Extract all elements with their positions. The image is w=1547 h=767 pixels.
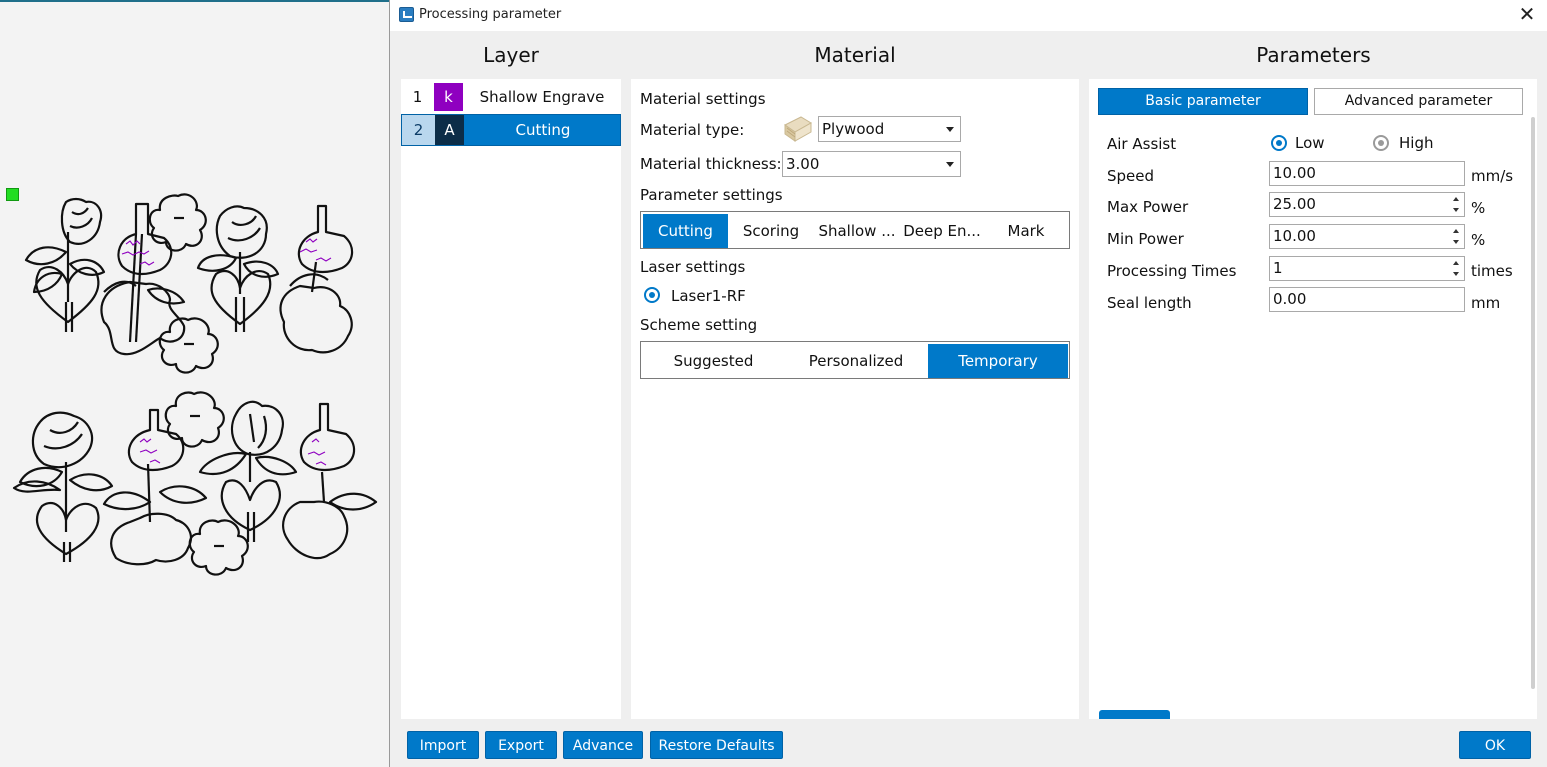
app-icon [399, 7, 414, 22]
layer-color-swatch[interactable]: k [434, 83, 463, 111]
scheme-setting-title: Scheme setting [640, 316, 758, 334]
spin-arrows-icon[interactable] [1452, 196, 1461, 213]
processing-times-label: Processing Times [1107, 262, 1237, 280]
min-power-stepper[interactable]: 10.00 [1269, 224, 1465, 249]
rose-shape-3 [12, 411, 114, 562]
heart-leaf-1 [100, 202, 186, 356]
chevron-down-icon [946, 127, 954, 132]
layer-list: 1 k Shallow Engrave 2 A Cutting [401, 79, 621, 719]
restore-defaults-button[interactable]: Restore Defaults [650, 731, 783, 759]
tab-deep-engrave[interactable]: Deep En... [901, 214, 983, 248]
flower-shape-2 [158, 317, 219, 374]
air-assist-high-radio[interactable] [1373, 135, 1389, 151]
layer-name: Cutting [515, 121, 571, 139]
air-assist-label: Air Assist [1107, 135, 1177, 153]
seal-length-value: 0.00 [1273, 290, 1307, 308]
seal-length-unit: mm [1471, 294, 1501, 312]
processing-times-value: 1 [1273, 259, 1283, 277]
parameters-panel: Basic parameter Advanced parameter Air A… [1089, 79, 1537, 719]
processing-parameter-dialog: Processing parameter ✕ Layer Material Pa… [389, 0, 1547, 767]
tab-suggested[interactable]: Suggested [643, 344, 784, 378]
material-heading: Material [814, 43, 896, 67]
parameters-heading: Parameters [1256, 43, 1371, 67]
tab-basic-parameter[interactable]: Basic parameter [1098, 88, 1308, 115]
layer-heading: Layer [483, 43, 539, 67]
flower-shape-4 [188, 519, 249, 576]
tab-scoring[interactable]: Scoring [729, 214, 813, 248]
layer-row-shallow-engrave[interactable]: 1 k Shallow Engrave [401, 81, 621, 113]
speed-label: Speed [1107, 167, 1155, 185]
rose-shape-2 [196, 205, 280, 332]
max-power-label: Max Power [1107, 198, 1189, 216]
heart-leaf-2 [279, 204, 354, 354]
min-power-value: 10.00 [1273, 227, 1316, 245]
layer-row-cutting[interactable]: 2 A Cutting [401, 114, 621, 146]
tab-mark[interactable]: Mark [984, 214, 1068, 248]
advance-button[interactable]: Advance [563, 731, 643, 759]
tab-advanced-parameter[interactable]: Advanced parameter [1314, 88, 1523, 115]
flower-shape-1 [148, 193, 207, 252]
material-type-dropdown[interactable]: Plywood [818, 116, 961, 142]
min-power-label: Min Power [1107, 230, 1184, 248]
design-canvas[interactable] [0, 0, 389, 767]
laser1-radio[interactable] [644, 287, 660, 303]
spin-arrows-icon[interactable] [1452, 260, 1461, 277]
seal-length-input[interactable]: 0.00 [1269, 287, 1465, 312]
layer-name: Shallow Engrave [479, 88, 605, 106]
tab-shallow-engrave[interactable]: Shallow ... [814, 214, 900, 248]
laser-settings-title: Laser settings [640, 258, 746, 276]
ok-button[interactable]: OK [1459, 731, 1531, 759]
max-power-unit: % [1471, 199, 1486, 217]
speed-input[interactable]: 10.00 [1269, 161, 1465, 186]
laser1-label[interactable]: Laser1-RF [671, 287, 746, 305]
import-button[interactable]: Import [407, 731, 479, 759]
material-panel: Material settings Material type: Plywood… [631, 79, 1079, 719]
material-thickness-dropdown[interactable]: 3.00 [782, 151, 961, 177]
processing-times-unit: times [1471, 262, 1513, 280]
processing-times-stepper[interactable]: 1 [1269, 256, 1465, 281]
close-icon[interactable]: ✕ [1516, 3, 1538, 25]
tab-cutting[interactable]: Cutting [643, 214, 728, 248]
material-thickness-label: Material thickness: [640, 155, 782, 173]
max-power-stepper[interactable]: 25.00 [1269, 192, 1465, 217]
air-assist-high-label[interactable]: High [1399, 134, 1433, 152]
speed-value: 10.00 [1273, 164, 1316, 182]
rose-shape-1 [24, 197, 106, 332]
layer-color-swatch[interactable]: A [435, 115, 464, 145]
title-bar[interactable]: Processing parameter ✕ [390, 0, 1547, 31]
spin-arrows-icon[interactable] [1452, 228, 1461, 245]
window-title: Processing parameter [419, 7, 562, 22]
export-button[interactable]: Export [485, 731, 557, 759]
air-assist-low-radio[interactable] [1271, 135, 1287, 151]
material-thickness-value: 3.00 [786, 155, 820, 173]
plywood-icon [784, 116, 812, 142]
min-power-unit: % [1471, 231, 1486, 249]
params-scrollbar[interactable] [1531, 117, 1535, 689]
material-settings-title: Material settings [640, 90, 766, 108]
tab-temporary[interactable]: Temporary [928, 344, 1068, 378]
air-assist-low-label[interactable]: Low [1295, 134, 1325, 152]
flower-shape-3 [164, 391, 225, 448]
parameter-settings-title: Parameter settings [640, 186, 783, 204]
layer-number: 2 [402, 115, 435, 145]
speed-unit: mm/s [1471, 167, 1514, 185]
scheme-tabs: Suggested Personalized Temporary [640, 341, 1070, 379]
parameter-tabs: Cutting Scoring Shallow ... Deep En... M… [640, 211, 1070, 249]
hidden-button[interactable] [1099, 710, 1170, 719]
canvas-artwork [12, 193, 378, 576]
chevron-down-icon [946, 162, 954, 167]
max-power-value: 25.00 [1273, 195, 1316, 213]
material-type-value: Plywood [822, 120, 885, 138]
tab-personalized[interactable]: Personalized [785, 344, 927, 378]
material-type-label: Material type: [640, 121, 745, 139]
heart-leaf-4 [282, 402, 378, 560]
seal-length-label: Seal length [1107, 294, 1192, 312]
layer-number: 1 [412, 88, 423, 106]
